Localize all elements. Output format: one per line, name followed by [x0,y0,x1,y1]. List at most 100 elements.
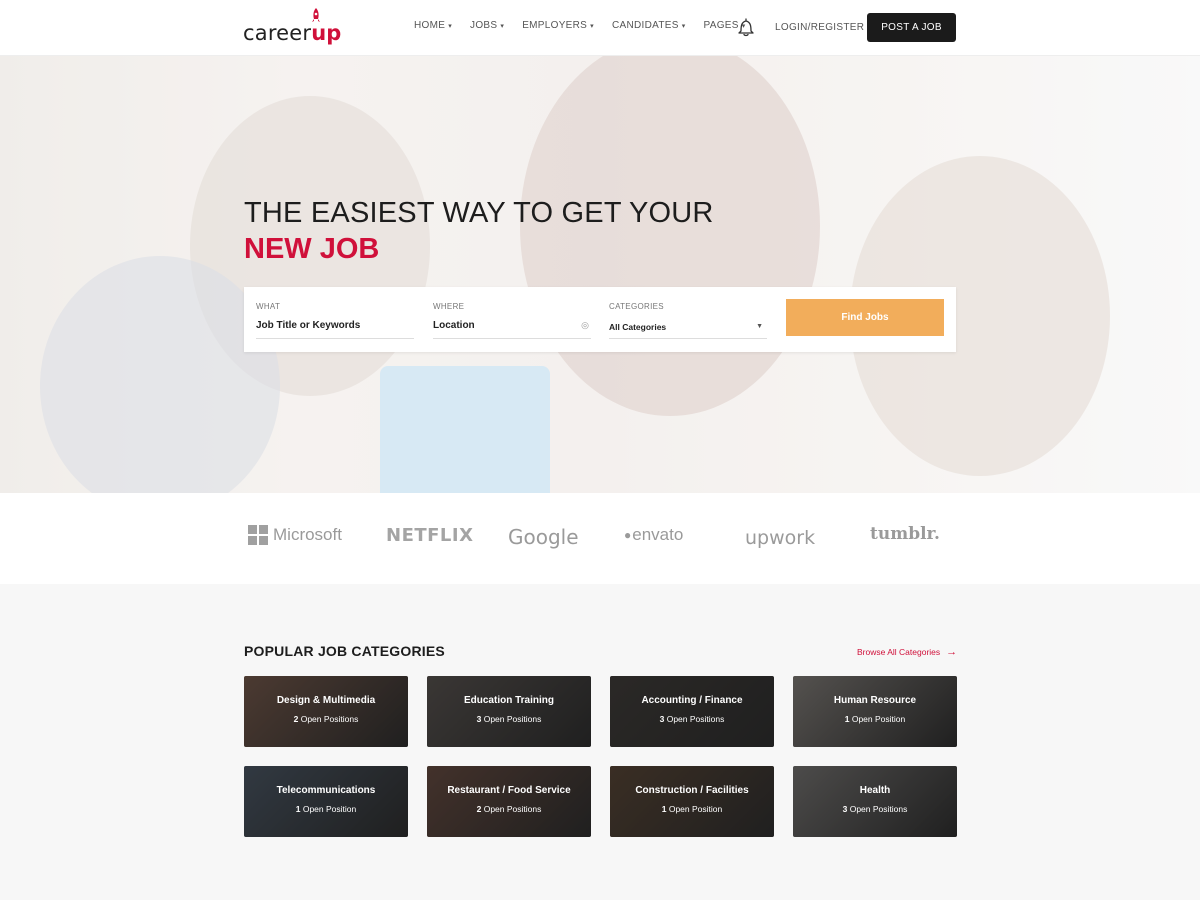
tile-background [244,676,408,747]
nav-pages-label: PAGES [703,20,739,31]
nav-candidates-label: CANDIDATES [611,20,679,31]
category-count: 3 Open Positions [793,804,957,814]
where-input[interactable]: Location [433,317,591,339]
what-field[interactable]: WHAT Job Title or Keywords [256,287,414,352]
count-number: 2 [476,804,482,814]
post-job-button[interactable]: POST A JOB [867,13,956,42]
hero-overlay [0,56,1200,493]
count-label: Open Position [668,804,723,814]
category-name: Restaurant / Food Service [447,785,571,796]
main-nav: HOME ▾ JOBS ▾ EMPLOYERS ▾ CANDIDATES ▾ PAGES… [414,20,764,31]
count-label: Open Position [302,804,357,814]
tile-background [610,766,774,837]
logo-text: career [243,21,312,45]
category-tile[interactable]: Human Resource 1 Open Position [793,676,957,747]
tile-background [244,766,408,837]
browse-all-categories-link[interactable]: Browse All Categories → [857,646,957,658]
categories-select[interactable]: All Categories [609,317,767,339]
category-tile[interactable]: Restaurant / Food Service 2 Open Positio… [427,766,591,837]
category-count: 2 Open Positions [427,804,591,814]
where-label: WHERE [433,302,465,311]
section-title: POPULAR JOB CATEGORIES [244,643,445,659]
nav-jobs-label: JOBS [470,20,498,31]
tile-background [427,676,591,747]
nav-home-label: HOME [414,20,446,31]
category-tile[interactable]: Education Training 3 Open Positions [427,676,591,747]
category-count: 3 Open Positions [427,714,591,724]
count-number: 3 [476,714,482,724]
logo[interactable]: career up [243,8,341,46]
count-number: 1 [295,804,301,814]
what-input[interactable]: Job Title or Keywords [256,317,414,339]
tile-background [427,766,591,837]
hero-title-line1: THE EASIEST WAY TO GET YOUR [244,197,714,229]
nav-home[interactable]: HOME ▾ [414,20,452,31]
category-name: Accounting / Finance [641,695,743,706]
arrow-right-icon: → [946,646,958,658]
count-number: 3 [659,714,665,724]
category-name: Telecommunications [276,785,376,796]
count-number: 1 [661,804,667,814]
category-name: Health [859,785,891,796]
count-number: 2 [293,714,299,724]
hero-title-line2: NEW JOB [244,233,380,265]
category-count: 1 Open Position [610,804,774,814]
hero-banner: THE EASIEST WAY TO GET YOUR NEW JOB WHAT… [0,56,1200,493]
nav-jobs[interactable]: JOBS ▾ [470,20,504,31]
categories-field[interactable]: CATEGORIES All Categories ▼ [609,287,767,352]
brand-tumblr: tumblr. [870,524,940,544]
category-count: 1 Open Position [244,804,408,814]
category-tile[interactable]: Telecommunications 1 Open Position [244,766,408,837]
site-header: career up HOME ▾ JOBS ▾ EMPLOYERS ▾ CANDIDAT… [0,0,1200,56]
categories-label: CATEGORIES [609,302,664,311]
category-tile[interactable]: Health 3 Open Positions [793,766,957,837]
nav-candidates[interactable]: CANDIDATES ▾ [612,20,686,31]
category-count: 1 Open Position [793,714,957,724]
chevron-down-icon: ▾ [500,22,505,30]
category-count: 2 Open Positions [244,714,408,724]
tile-background [793,676,957,747]
category-name: Construction / Facilities [635,785,749,796]
bell-icon[interactable] [736,17,756,37]
chevron-down-icon: ▾ [448,22,453,30]
count-number: 1 [844,714,850,724]
nav-employers[interactable]: EMPLOYERS ▾ [522,20,594,31]
category-tile[interactable]: Accounting / Finance 3 Open Positions [610,676,774,747]
category-tile[interactable]: Design & Multimedia 2 Open Positions [244,676,408,747]
locate-icon[interactable]: ◎ [581,320,589,331]
chevron-down-icon: ▾ [681,22,686,30]
microsoft-logo-icon [248,525,268,545]
count-label: Open Positions [666,714,725,724]
count-number: 3 [842,804,848,814]
brand-envato-name: envato [632,525,684,544]
tile-background [793,766,957,837]
count-label: Open Positions [483,714,542,724]
what-label: WHAT [256,302,281,311]
category-name: Education Training [463,695,554,706]
brand-envato: ● envato [624,525,683,545]
category-tile[interactable]: Construction / Facilities 1 Open Positio… [610,766,774,837]
popular-categories-section: POPULAR JOB CATEGORIES Browse All Catego… [0,584,1200,900]
count-label: Open Position [851,714,906,724]
leaf-icon: ● [624,528,632,542]
category-count: 3 Open Positions [610,714,774,724]
brand-upwork: upwork [745,527,816,549]
chevron-down-icon: ▼ [756,323,763,330]
tile-background [610,676,774,747]
category-name: Human Resource [833,695,917,706]
category-name: Design & Multimedia [276,695,376,706]
login-register-link[interactable]: LOGIN/REGISTER [775,22,864,33]
brand-logos: Microsoft NETFLIX Google ● envato upwork… [0,493,1200,584]
browse-all-label: Browse All Categories [857,647,941,657]
find-jobs-button[interactable]: Find Jobs [786,299,944,336]
brand-netflix: NETFLIX [386,525,474,546]
count-label: Open Positions [300,714,359,724]
rocket-icon [312,8,320,22]
brand-google: Google [508,525,579,549]
chevron-down-icon: ▾ [590,22,594,30]
brand-microsoft-name: Microsoft [273,525,342,544]
where-field[interactable]: WHERE Location ◎ [433,287,591,352]
nav-employers-label: EMPLOYERS [522,20,588,31]
count-label: Open Positions [483,804,542,814]
job-search-form: WHAT Job Title or Keywords WHERE Locatio… [244,287,956,352]
